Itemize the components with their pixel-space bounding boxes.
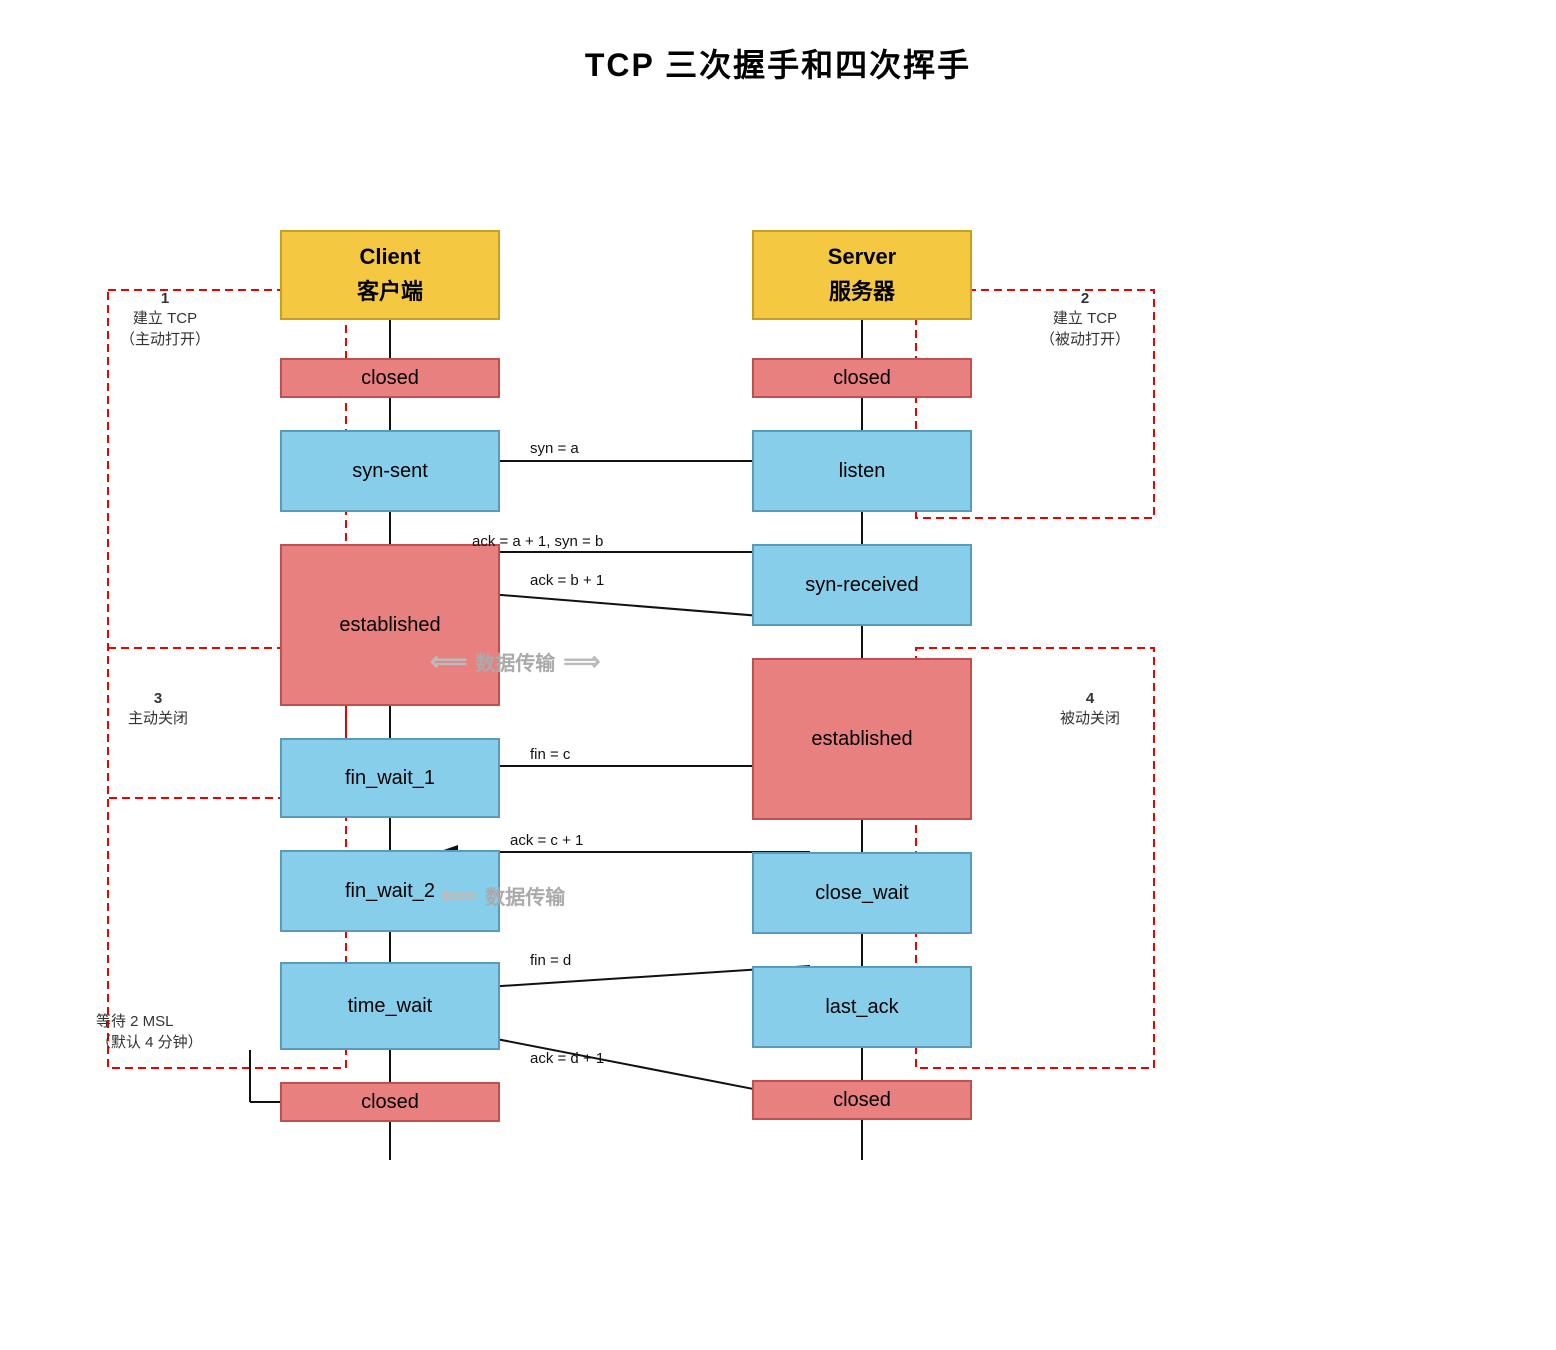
msg-fin-c: fin = c bbox=[530, 746, 570, 763]
client-box: Client 客户端 bbox=[280, 230, 500, 320]
server-syn-received: syn-received bbox=[752, 544, 972, 626]
side-label-2: 2 建立 TCP（被动打开） bbox=[1040, 290, 1130, 349]
server-close-wait: close_wait bbox=[752, 852, 972, 934]
side-label-1: 1 建立 TCP（主动打开） bbox=[120, 290, 210, 349]
server-established: established bbox=[752, 658, 972, 820]
client-fin-wait-1: fin_wait_1 bbox=[280, 738, 500, 818]
server-sublabel: 服务器 bbox=[829, 274, 895, 306]
server-closed-bottom: closed bbox=[752, 1080, 972, 1120]
client-sublabel: 客户端 bbox=[357, 274, 423, 306]
side-label-4: 4 被动关闭 bbox=[1060, 690, 1120, 728]
client-label: Client bbox=[359, 244, 420, 270]
server-box: Server 服务器 bbox=[752, 230, 972, 320]
msg-fin-d: fin = d bbox=[530, 952, 571, 969]
msg-ack-b1: ack = b + 1 bbox=[530, 572, 604, 589]
side-label-3: 3 主动关闭 bbox=[128, 690, 188, 728]
wait-label: 等待 2 MSL（默认 4 分钟） bbox=[96, 1010, 203, 1052]
data-transfer-1: ⟸ 数据传输 ⟹ bbox=[430, 646, 601, 677]
client-syn-sent: syn-sent bbox=[280, 430, 500, 512]
client-closed-bottom: closed bbox=[280, 1082, 500, 1122]
server-listen: listen bbox=[752, 430, 972, 512]
server-label: Server bbox=[828, 244, 897, 270]
msg-ack-d1: ack = d + 1 bbox=[530, 1050, 604, 1067]
client-established: established bbox=[280, 544, 500, 706]
client-closed-top: closed bbox=[280, 358, 500, 398]
server-last-ack: last_ack bbox=[752, 966, 972, 1048]
page-title: TCP 三次握手和四次挥手 bbox=[0, 0, 1556, 86]
server-closed-top: closed bbox=[752, 358, 972, 398]
data-transfer-2: ⟸ 数据传输 bbox=[440, 880, 565, 911]
msg-ack-syn-b: ack = a + 1, syn = b bbox=[472, 533, 603, 550]
msg-ack-c1: ack = c + 1 bbox=[510, 832, 583, 849]
msg-syn-a: syn = a bbox=[530, 440, 579, 457]
client-time-wait: time_wait bbox=[280, 962, 500, 1050]
